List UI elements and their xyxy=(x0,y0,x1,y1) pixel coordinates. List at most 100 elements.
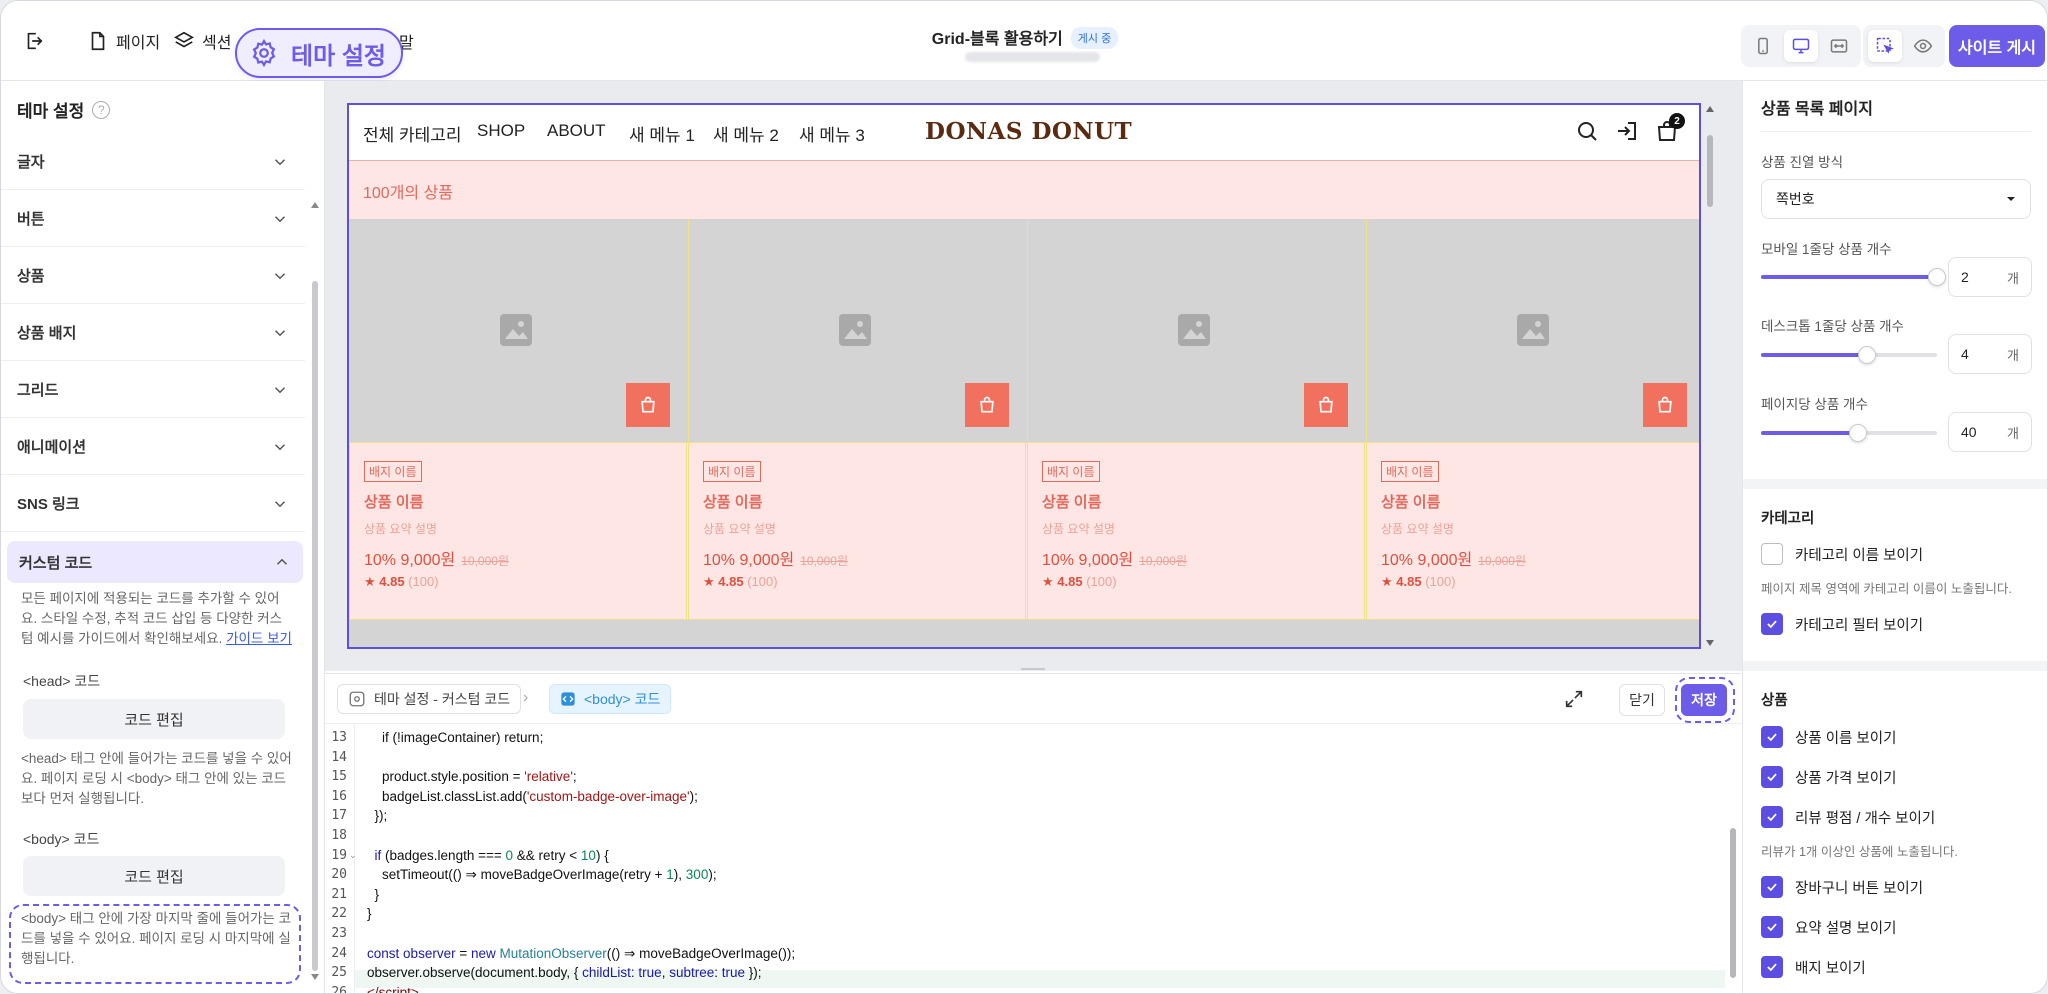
help-icon[interactable]: ? xyxy=(92,100,111,119)
code-line[interactable]: } xyxy=(367,887,380,902)
accordion-product-badge[interactable]: 상품 배지 xyxy=(1,305,305,361)
save-button[interactable]: 저장 xyxy=(1681,684,1727,716)
per-page-input[interactable]: 40 개 xyxy=(1948,412,2032,452)
checkbox[interactable] xyxy=(1761,613,1783,635)
editor-scrollbar[interactable] xyxy=(1728,728,1738,992)
product-image[interactable] xyxy=(350,219,688,443)
guide-link[interactable]: 가이드 보기 xyxy=(226,631,292,646)
mobile-count-slider[interactable] xyxy=(1761,268,1946,286)
sidebar-scrollbar[interactable] xyxy=(311,201,319,981)
product-card[interactable]: 배지 이름 상품 이름 상품 요약 설명 10% 9,000원 10,000원 ★ 4.8… xyxy=(349,219,688,619)
checkbox[interactable] xyxy=(1761,956,1783,978)
store-preview-frame[interactable]: 전체 카테고리 SHOP ABOUT 새 메뉴 1 새 메뉴 2 새 메뉴 3 … xyxy=(347,103,1701,649)
product-count: 100개의 상품 xyxy=(363,185,454,202)
expand-icon[interactable] xyxy=(1563,688,1585,710)
add-to-cart-button[interactable] xyxy=(626,383,670,427)
code-line[interactable]: } xyxy=(367,906,372,921)
add-to-cart-button[interactable] xyxy=(1643,383,1687,427)
accordion-button[interactable]: 버튼 xyxy=(1,191,305,247)
slider-knob[interactable] xyxy=(1928,268,1946,286)
editor-scroll-thumb[interactable] xyxy=(1730,828,1736,978)
product-image[interactable] xyxy=(689,219,1027,443)
nav-new-menu-1[interactable]: 새 메뉴 1 xyxy=(629,121,695,146)
checkbox[interactable] xyxy=(1761,916,1783,938)
preview-button[interactable] xyxy=(1906,30,1940,62)
product-name[interactable]: 상품 이름 xyxy=(703,491,762,512)
add-to-cart-button[interactable] xyxy=(1304,383,1348,427)
product-card[interactable]: 배지 이름 상품 이름 상품 요약 설명 10% 9,000원 10,000원 ★ 4.8… xyxy=(1366,219,1699,619)
search-icon[interactable] xyxy=(1575,119,1599,143)
body-code-edit-button[interactable]: 코드 편집 xyxy=(23,856,285,896)
select-mode-button[interactable] xyxy=(1868,30,1902,62)
nav-new-menu-3[interactable]: 새 메뉴 3 xyxy=(799,121,865,146)
code-line[interactable]: </script> xyxy=(367,985,419,993)
code-line[interactable]: badgeList.classList.add('custom-badge-ov… xyxy=(367,789,698,804)
accordion-animation[interactable]: 애니메이션 xyxy=(1,419,305,475)
product-price: 10% 9,000원 10,000원 xyxy=(364,546,509,570)
code-line[interactable]: setTimeout(() ⇒ moveBadgeOverImage(retry… xyxy=(367,867,717,883)
accordion-grid[interactable]: 그리드 xyxy=(1,362,305,418)
close-editor-button[interactable]: 닫기 xyxy=(1619,684,1665,716)
login-icon[interactable] xyxy=(1615,119,1639,143)
checkbox-cart-button[interactable]: 장바구니 버튼 보이기 xyxy=(1761,876,1923,898)
checkbox-label: 상품 이름 보이기 xyxy=(1795,730,1897,747)
desktop-count-slider[interactable] xyxy=(1761,346,1937,364)
head-code-edit-button[interactable]: 코드 편집 xyxy=(23,699,285,739)
store-logo[interactable]: DONAS DONUT xyxy=(925,118,1132,145)
nav-all-categories[interactable]: 전체 카테고리 xyxy=(363,121,462,146)
slider-knob[interactable] xyxy=(1848,424,1867,442)
add-to-cart-button[interactable] xyxy=(965,383,1009,427)
review-count: (100) xyxy=(1425,574,1456,589)
accordion-product[interactable]: 상품 xyxy=(1,248,305,304)
checkbox-summary[interactable]: 요약 설명 보이기 xyxy=(1761,916,1896,938)
desktop-count-input[interactable]: 4개 xyxy=(1948,334,2032,374)
checkbox[interactable] xyxy=(1761,876,1783,898)
product-name[interactable]: 상품 이름 xyxy=(364,491,423,512)
mobile-view-button[interactable] xyxy=(1746,30,1780,62)
mobile-count-input[interactable]: 2개 xyxy=(1948,257,2032,297)
body-code-label: <body> 코드 xyxy=(23,831,100,847)
breadcrumb-custom-code[interactable]: 테마 설정 - 커스텀 코드 xyxy=(337,684,522,714)
checkbox-review[interactable]: 리뷰 평점 / 개수 보이기 xyxy=(1761,806,1935,828)
code-line[interactable]: const observer = new MutationObserver(()… xyxy=(367,946,795,962)
checkbox-category-name[interactable]: 카테고리 이름 보이기 xyxy=(1761,543,1923,565)
per-page-slider[interactable] xyxy=(1761,424,1937,442)
checkbox-product-name[interactable]: 상품 이름 보이기 xyxy=(1761,726,1896,748)
checkbox[interactable] xyxy=(1761,726,1783,748)
sidebar-scroll-thumb[interactable] xyxy=(312,281,318,971)
accordion-sns-link[interactable]: SNS 링크 xyxy=(1,476,305,532)
checkbox-product-price[interactable]: 상품 가격 보이기 xyxy=(1761,766,1896,788)
fold-chevron-icon[interactable]: ⌄ xyxy=(349,850,357,861)
full-width-view-button[interactable] xyxy=(1822,30,1856,62)
code-line[interactable]: if (badges.length === 0 && retry < 10) { xyxy=(367,848,609,863)
product-name[interactable]: 상품 이름 xyxy=(1042,491,1101,512)
product-name[interactable]: 상품 이름 xyxy=(1381,491,1440,512)
preview-scrollbar[interactable] xyxy=(1705,105,1715,649)
check-icon xyxy=(1767,883,1777,892)
code-line[interactable]: product.style.position = 'relative'; xyxy=(367,769,577,784)
checkbox[interactable] xyxy=(1761,806,1783,828)
checkbox[interactable] xyxy=(1761,766,1783,788)
slider-knob[interactable] xyxy=(1857,346,1876,364)
nav-shop[interactable]: SHOP xyxy=(477,121,525,141)
product-image[interactable] xyxy=(1367,219,1699,443)
code-line[interactable]: }); xyxy=(367,808,388,823)
product-card[interactable]: 배지 이름 상품 이름 상품 요약 설명 10% 9,000원 10,000원 ★ 4.8… xyxy=(1027,219,1366,619)
desktop-view-button[interactable] xyxy=(1784,30,1818,62)
divider xyxy=(1761,131,2031,132)
publish-site-button[interactable]: 사이트 게시 xyxy=(1949,25,2045,67)
product-card[interactable]: 배지 이름 상품 이름 상품 요약 설명 10% 9,000원 10,000원 ★ 4.8… xyxy=(688,219,1027,619)
checkbox[interactable] xyxy=(1761,543,1783,565)
layout-select[interactable]: 쪽번호 xyxy=(1761,179,2031,219)
accordion-custom-code[interactable]: 커스텀 코드 xyxy=(7,541,303,583)
product-image[interactable] xyxy=(1028,219,1366,443)
accordion-font[interactable]: 글자 xyxy=(1,134,305,190)
checkbox-badge[interactable]: 배지 보이기 xyxy=(1761,956,1866,978)
code-line[interactable]: if (!imageContainer) return; xyxy=(367,730,543,745)
breadcrumb-body-code[interactable]: <body> 코드 xyxy=(549,684,672,714)
nav-about[interactable]: ABOUT xyxy=(547,121,606,141)
preview-scroll-thumb[interactable] xyxy=(1707,135,1713,207)
checkbox-category-filter[interactable]: 카테고리 필터 보이기 xyxy=(1761,613,1923,635)
code-line[interactable]: observer.observe(document.body, { childL… xyxy=(367,965,762,980)
nav-new-menu-2[interactable]: 새 메뉴 2 xyxy=(713,121,779,146)
